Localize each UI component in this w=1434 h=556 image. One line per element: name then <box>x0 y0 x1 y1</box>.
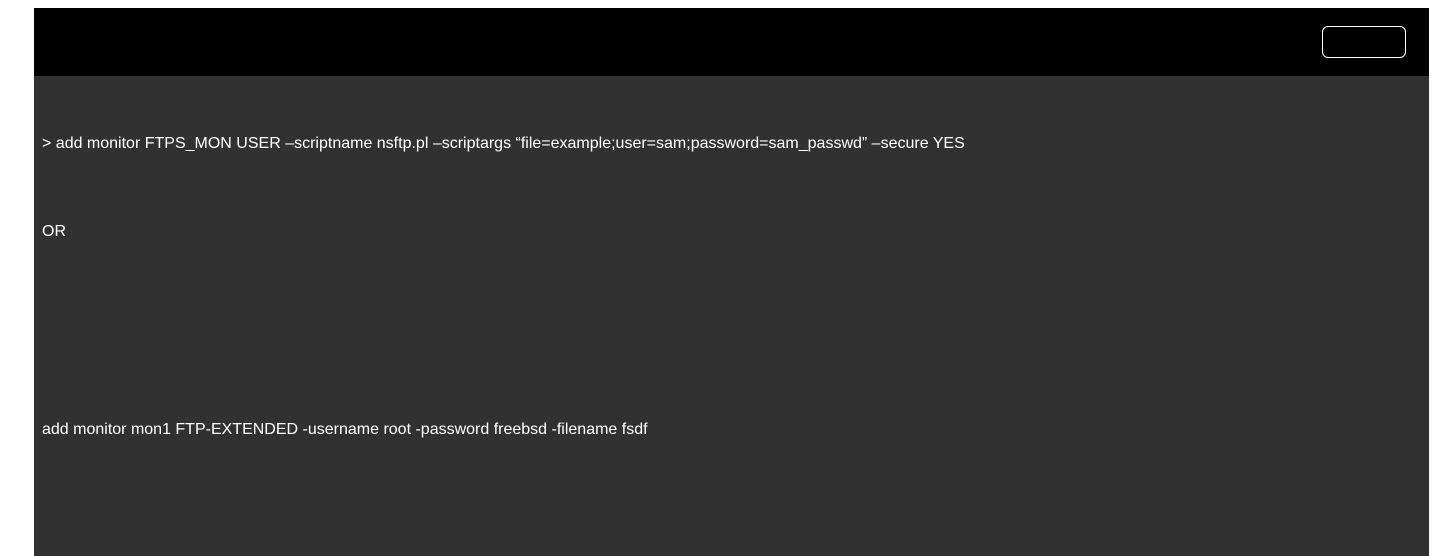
code-line-1: > add monitor FTPS_MON USER –scriptname … <box>42 135 965 152</box>
code-line-3: add monitor mon1 FTP-EXTENDED -username … <box>42 421 648 438</box>
code-block-header <box>34 8 1429 76</box>
code-block: > add monitor FTPS_MON USER –scriptname … <box>34 8 1429 556</box>
copy-button[interactable] <box>1322 26 1406 58</box>
code-line-2: OR <box>42 223 66 240</box>
